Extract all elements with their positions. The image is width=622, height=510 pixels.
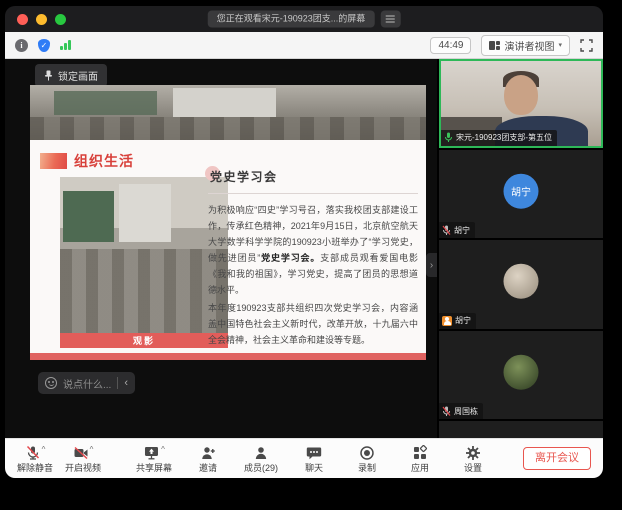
slide-bottom-bar bbox=[30, 353, 426, 360]
record-icon bbox=[359, 445, 375, 461]
hamburger-icon bbox=[386, 16, 395, 23]
close-window-button[interactable] bbox=[17, 14, 28, 25]
gear-icon bbox=[465, 445, 481, 461]
participant-name-tag: 宋元-190923团支部-第五位 bbox=[441, 130, 557, 146]
participant-tile[interactable]: 周国栋 bbox=[439, 331, 603, 420]
window-title: 您正在观看宋元-190923团支...的屏幕 bbox=[208, 11, 375, 28]
mic-muted-icon bbox=[442, 225, 451, 236]
person-badge-icon bbox=[442, 316, 452, 326]
mic-muted-icon bbox=[442, 406, 451, 417]
meeting-info-icon[interactable]: i bbox=[15, 39, 28, 52]
slide-title: 党史学习会 bbox=[210, 170, 278, 184]
start-video-button[interactable]: ^ 开启视频 bbox=[65, 445, 101, 473]
leave-meeting-button[interactable]: 离开会议 bbox=[523, 447, 591, 470]
speaker-view-icon bbox=[489, 41, 500, 50]
apps-grid-icon bbox=[412, 445, 428, 461]
invite-button[interactable]: 邀请 bbox=[191, 445, 225, 473]
network-signal-icon[interactable] bbox=[60, 40, 71, 50]
participant-name-tag: 胡宁 bbox=[439, 313, 476, 329]
slide-body-text: 为积极响应“四史”学习号召，落实我校团支部建设工作，传承红色精神，2021年9月… bbox=[208, 202, 418, 348]
avatar bbox=[504, 355, 539, 390]
record-button[interactable]: 录制 bbox=[350, 445, 384, 473]
chevron-up-icon[interactable]: ^ bbox=[90, 446, 94, 454]
chat-bubble-icon bbox=[306, 445, 322, 461]
unmute-button[interactable]: ^ 解除静音 bbox=[17, 445, 53, 473]
participant-tile[interactable]: 胡宁 胡宁 bbox=[439, 150, 603, 239]
invite-person-icon bbox=[200, 445, 216, 461]
sidebar-collapse-button[interactable]: › bbox=[426, 253, 437, 277]
participants-sidebar: 宋元-190923团支部-第五位 胡宁 胡宁 bbox=[437, 59, 603, 438]
traffic-lights bbox=[17, 14, 66, 25]
participant-video-tile[interactable]: 宋元-190923团支部-第五位 bbox=[439, 59, 603, 148]
chevron-left-icon[interactable]: ‹ bbox=[124, 378, 128, 389]
share-screen-button[interactable]: ^ 共享屏幕 bbox=[136, 445, 172, 473]
camera-off-icon bbox=[73, 445, 89, 461]
share-screen-icon bbox=[143, 445, 160, 461]
shared-screen-stage: 锁定画面 组织生活 观影 党史学习会 bbox=[5, 59, 437, 438]
chevron-down-icon: ▾ bbox=[558, 41, 562, 49]
section-header-mark bbox=[40, 153, 67, 169]
security-shield-icon[interactable]: ✓ bbox=[38, 39, 50, 52]
avatar bbox=[504, 264, 539, 299]
shared-slide: 组织生活 观影 党史学习会 为积极响应“四史”学习号召，落实我校团支部建设工作，… bbox=[30, 140, 426, 353]
mic-muted-icon bbox=[25, 445, 41, 461]
view-mode-label: 演讲者视图 bbox=[504, 38, 554, 53]
emoji-icon[interactable] bbox=[45, 377, 57, 389]
titlebar: 您正在观看宋元-190923团支...的屏幕 bbox=[5, 6, 603, 32]
meeting-window: 您正在观看宋元-190923团支...的屏幕 i ✓ 44:49 演讲者视图 ▾ bbox=[5, 6, 603, 478]
view-mode-button[interactable]: 演讲者视图 ▾ bbox=[481, 35, 570, 56]
meeting-timer: 44:49 bbox=[430, 37, 471, 54]
chat-placeholder[interactable]: 说点什么... bbox=[63, 376, 111, 391]
lock-view-label: 锁定画面 bbox=[58, 68, 98, 83]
chat-button[interactable]: 聊天 bbox=[297, 445, 331, 473]
participant-tile[interactable]: 胡宁 bbox=[439, 240, 603, 329]
members-icon bbox=[253, 445, 269, 461]
chevron-up-icon[interactable]: ^ bbox=[161, 446, 165, 454]
section-header: 组织生活 bbox=[74, 151, 134, 171]
lock-view-button[interactable]: 锁定画面 bbox=[35, 64, 107, 87]
title-menu-button[interactable] bbox=[380, 11, 400, 28]
participant-tile-partial[interactable] bbox=[439, 421, 603, 438]
chevron-right-icon: › bbox=[430, 260, 433, 271]
shared-content-photo bbox=[30, 85, 426, 140]
bottom-toolbar: ^ 解除静音 ^ 开启视频 bbox=[5, 438, 603, 478]
participant-name-tag: 胡宁 bbox=[439, 222, 475, 238]
pin-icon bbox=[44, 70, 53, 81]
members-button[interactable]: 成员(29) bbox=[244, 445, 278, 473]
apps-button[interactable]: 应用 bbox=[403, 445, 437, 473]
classroom-photo bbox=[60, 177, 228, 348]
photo-caption: 观影 bbox=[60, 333, 228, 348]
fullscreen-icon[interactable] bbox=[580, 39, 593, 52]
participant-name-tag: 周国栋 bbox=[439, 403, 483, 419]
meeting-info-toolbar: i ✓ 44:49 演讲者视图 ▾ bbox=[5, 32, 603, 59]
avatar: 胡宁 bbox=[504, 173, 539, 208]
zoom-window-button[interactable] bbox=[55, 14, 66, 25]
mic-active-icon bbox=[444, 132, 453, 143]
minimize-window-button[interactable] bbox=[36, 14, 47, 25]
chevron-up-icon[interactable]: ^ bbox=[42, 446, 46, 454]
quick-chat-input[interactable]: 说点什么... ‹ bbox=[38, 372, 135, 394]
settings-button[interactable]: 设置 bbox=[456, 445, 490, 473]
